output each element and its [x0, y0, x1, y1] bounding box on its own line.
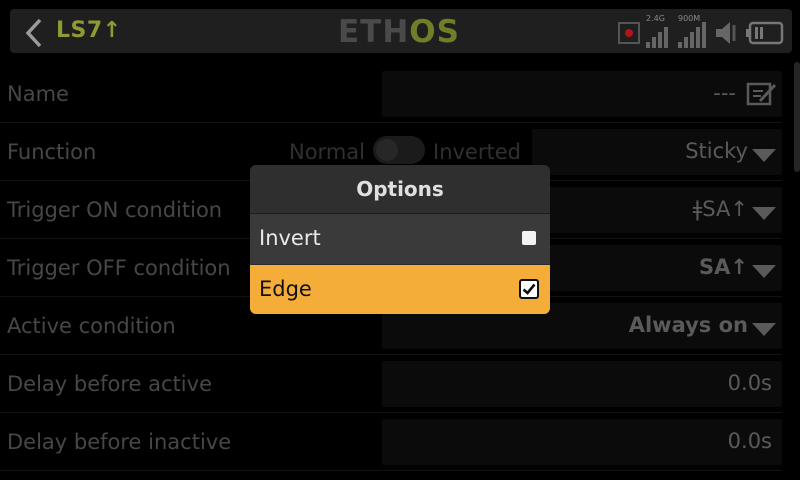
breadcrumb: LS7↑ — [56, 18, 122, 43]
rf-label-left: 2.4G — [646, 14, 665, 23]
status-icons: 2.4G 900M — [618, 14, 784, 48]
logo-text-part1: ETH — [338, 14, 410, 50]
rf-label-right: 900M — [678, 14, 701, 23]
option-invert[interactable]: Invert — [250, 214, 550, 265]
dialog-header: Options — [250, 165, 550, 214]
invert-checkbox[interactable] — [522, 231, 536, 245]
dialog-title: Options — [356, 177, 444, 201]
back-chevron-icon — [25, 18, 42, 48]
top-bar: LS7↑ ETHOS 2.4G 900M — [0, 0, 800, 60]
option-edge[interactable]: Edge — [250, 265, 550, 314]
option-edge-label: Edge — [259, 277, 312, 301]
ethos-logo: ETHOS — [338, 17, 460, 48]
signal-bars-icon: 900M — [678, 14, 708, 48]
speaker-icon — [716, 22, 736, 44]
edge-checkbox[interactable] — [519, 279, 539, 299]
checkmark-icon — [522, 283, 536, 295]
signal-bars-icon: 2.4G — [646, 14, 672, 48]
logo-text-part2: OS — [409, 14, 460, 50]
options-dialog: Options Invert Edge — [250, 165, 550, 314]
option-invert-label: Invert — [259, 226, 321, 250]
battery-icon — [746, 21, 784, 45]
back-button[interactable] — [18, 14, 52, 52]
record-icon — [618, 22, 640, 44]
